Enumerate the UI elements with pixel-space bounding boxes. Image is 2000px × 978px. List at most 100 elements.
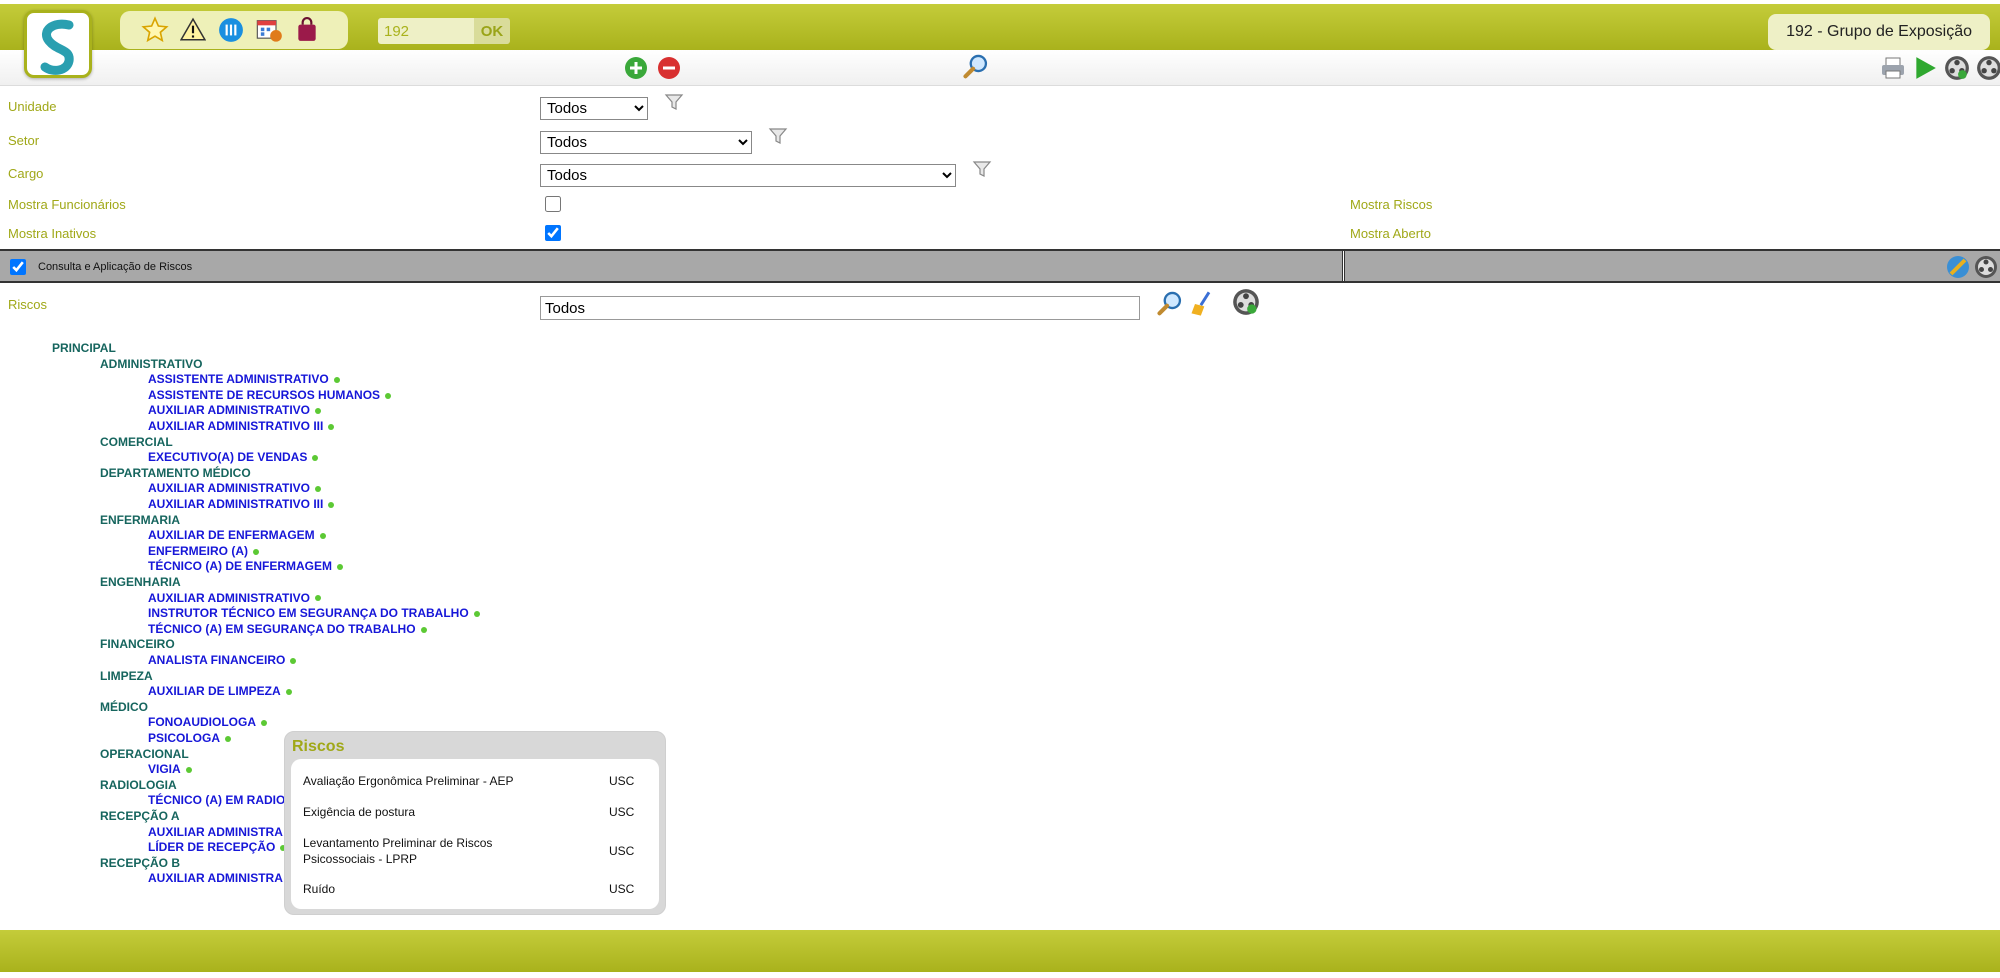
- info-columns-icon[interactable]: [216, 15, 246, 45]
- action-bar: [0, 50, 2000, 86]
- tree-item[interactable]: AUXILIAR ADMINISTRATIVO: [148, 403, 321, 417]
- risk-code: USC: [609, 774, 635, 788]
- add-icon[interactable]: [624, 56, 648, 83]
- section-header: Consulta e Aplicação de Riscos: [0, 249, 2000, 283]
- broom-icon[interactable]: [1188, 290, 1216, 321]
- tree-item-label: AUXILIAR ADMINISTRA: [148, 824, 283, 839]
- tree-group-label: RECEPÇÃO B: [100, 855, 181, 870]
- setor-filter-icon[interactable]: [768, 126, 788, 149]
- tree-group[interactable]: DEPARTAMENTO MÉDICO: [100, 466, 251, 480]
- tree-group-label: ENGENHARIA: [100, 575, 181, 589]
- tree-group[interactable]: ADMINISTRATIVO: [100, 357, 202, 371]
- warning-icon[interactable]: [178, 15, 208, 45]
- tree-group[interactable]: OPERACIONAL: [100, 747, 189, 761]
- tree-item-label: AUXILIAR ADMINISTRATIVO: [148, 403, 310, 418]
- tree-item[interactable]: VIGIA: [148, 762, 192, 776]
- tree-item[interactable]: ANALISTA FINANCEIRO: [148, 653, 297, 667]
- star-icon[interactable]: [140, 15, 170, 45]
- section-toggle-checkbox[interactable]: [10, 259, 26, 275]
- quick-search-input[interactable]: [378, 18, 474, 44]
- tree-item[interactable]: EXECUTIVO(A) DE VENDAS: [148, 450, 319, 465]
- mostra-funcionarios-checkbox[interactable]: [545, 196, 561, 212]
- section-reel-icon[interactable]: [1974, 255, 1998, 282]
- tree-group-label: COMERCIAL: [100, 434, 173, 449]
- reel-settings-icon[interactable]: [1976, 55, 2000, 84]
- tree-item[interactable]: PSICOLOGA: [148, 731, 232, 745]
- tree-group[interactable]: RECEPÇÃO B: [100, 856, 180, 870]
- cargo-select[interactable]: Todos: [540, 164, 956, 187]
- tree-item-label: EXECUTIVO(A) DE VENDAS: [148, 450, 308, 465]
- status-dot-icon: [333, 377, 340, 384]
- tree-item-label: TÉCNICO (A) EM RADIO: [148, 793, 286, 808]
- tree-item-label: ASSISTENTE DE RECURSOS HUMANOS: [148, 387, 381, 402]
- cargo-label: Cargo: [8, 166, 44, 181]
- unidade-label: Unidade: [8, 99, 57, 114]
- tree-item[interactable]: TÉCNICO (A) EM RADIO: [148, 793, 297, 808]
- tree-item[interactable]: INSTRUTOR TÉCNICO EM SEGURANÇA DO TRABAL…: [148, 606, 480, 620]
- unidade-filter-icon[interactable]: [664, 92, 684, 115]
- status-dot-icon: [315, 486, 321, 493]
- status-dot-icon: [337, 564, 343, 571]
- unidade-select[interactable]: Todos: [540, 97, 648, 120]
- mostra-inativos-checkbox[interactable]: [545, 225, 561, 241]
- tree-item[interactable]: AUXILIAR DE ENFERMAGEM: [148, 528, 326, 542]
- risk-code: USC: [609, 882, 635, 896]
- tree-group[interactable]: COMERCIAL: [100, 435, 173, 449]
- setor-select[interactable]: Todos: [540, 131, 752, 154]
- screen-title: 192 - Grupo de Exposição: [1768, 14, 1990, 50]
- tree-group[interactable]: FINANCEIRO: [100, 637, 175, 651]
- tree-item[interactable]: AUXILIAR ADMINISTRATIVO III: [148, 497, 335, 511]
- riscos-search-icon[interactable]: [1156, 290, 1184, 321]
- tree-item[interactable]: AUXILIAR DE LIMPEZA: [148, 684, 292, 698]
- risk-code: USC: [609, 844, 635, 858]
- tree-group[interactable]: ENGENHARIA: [100, 575, 181, 589]
- riscos-popup: Riscos Avaliação Ergonômica Preliminar -…: [284, 731, 666, 915]
- tree-item[interactable]: AUXILIAR ADMINISTRATIVO: [148, 591, 321, 605]
- reel-icon[interactable]: [1944, 55, 1970, 84]
- tree-item[interactable]: LÍDER DE RECEPÇÃO: [148, 840, 287, 854]
- edit-pen-icon[interactable]: [1946, 255, 1970, 282]
- tree-item[interactable]: ASSISTENTE ADMINISTRATIVO: [148, 372, 340, 386]
- section-divider: [1342, 251, 1345, 281]
- risk-name: Levantamento Preliminar de Riscos Psicos…: [303, 836, 493, 866]
- ok-button[interactable]: OK: [474, 18, 510, 44]
- tree-group-label: LIMPEZA: [100, 668, 153, 683]
- status-dot-icon: [285, 689, 292, 696]
- tree-item[interactable]: AUXILIAR ADMINISTRATIVO: [148, 481, 321, 495]
- status-dot-icon: [473, 611, 480, 618]
- cargo-filter-icon[interactable]: [972, 159, 992, 182]
- tree-item[interactable]: AUXILIAR ADMINISTRA: [148, 825, 294, 839]
- status-dot-icon: [225, 735, 232, 742]
- tree-group[interactable]: MÉDICO: [100, 700, 148, 714]
- remove-icon[interactable]: [657, 56, 681, 83]
- tree-item-label: ASSISTENTE ADMINISTRATIVO: [148, 372, 329, 387]
- logo[interactable]: [24, 10, 92, 78]
- tree-root[interactable]: PRINCIPAL: [52, 341, 116, 355]
- calendar-icon[interactable]: [254, 15, 284, 45]
- status-dot-icon: [253, 548, 259, 555]
- status-dot-icon: [185, 767, 192, 774]
- tree-item-label: TÉCNICO (A) DE ENFERMAGEM: [148, 559, 332, 574]
- risk-code: USC: [609, 805, 635, 819]
- search-icon[interactable]: [962, 53, 990, 84]
- tree-group[interactable]: RECEPÇÃO A: [100, 809, 180, 823]
- tree-item[interactable]: AUXILIAR ADMINISTRATIVO III: [148, 419, 335, 433]
- play-icon[interactable]: [1912, 55, 1938, 84]
- tree-item[interactable]: TÉCNICO (A) EM SEGURANÇA DO TRABALHO: [148, 622, 427, 636]
- tree-group[interactable]: LIMPEZA: [100, 669, 153, 683]
- riscos-input[interactable]: [540, 296, 1140, 320]
- tree-item[interactable]: FONOAUDIOLOGA: [148, 715, 267, 729]
- tree-group-label: RADIOLOGIA: [100, 777, 177, 792]
- tree-item[interactable]: ENFERMEIRO (A): [148, 544, 259, 558]
- tree-item[interactable]: AUXILIAR ADMINISTRA: [148, 871, 294, 885]
- print-icon[interactable]: [1880, 56, 1906, 83]
- tree-item-label: AUXILIAR ADMINISTRATIVO III: [148, 419, 324, 433]
- tree-group[interactable]: RADIOLOGIA: [100, 778, 177, 792]
- tree-item-label: PSICOLOGA: [148, 731, 221, 745]
- riscos-reel-icon[interactable]: [1232, 288, 1260, 319]
- tree-group-label: MÉDICO: [100, 699, 148, 714]
- tree-item[interactable]: TÉCNICO (A) DE ENFERMAGEM: [148, 559, 343, 573]
- tree-item[interactable]: ASSISTENTE DE RECURSOS HUMANOS: [148, 387, 392, 402]
- bag-icon[interactable]: [292, 15, 322, 45]
- tree-group[interactable]: ENFERMARIA: [100, 513, 180, 527]
